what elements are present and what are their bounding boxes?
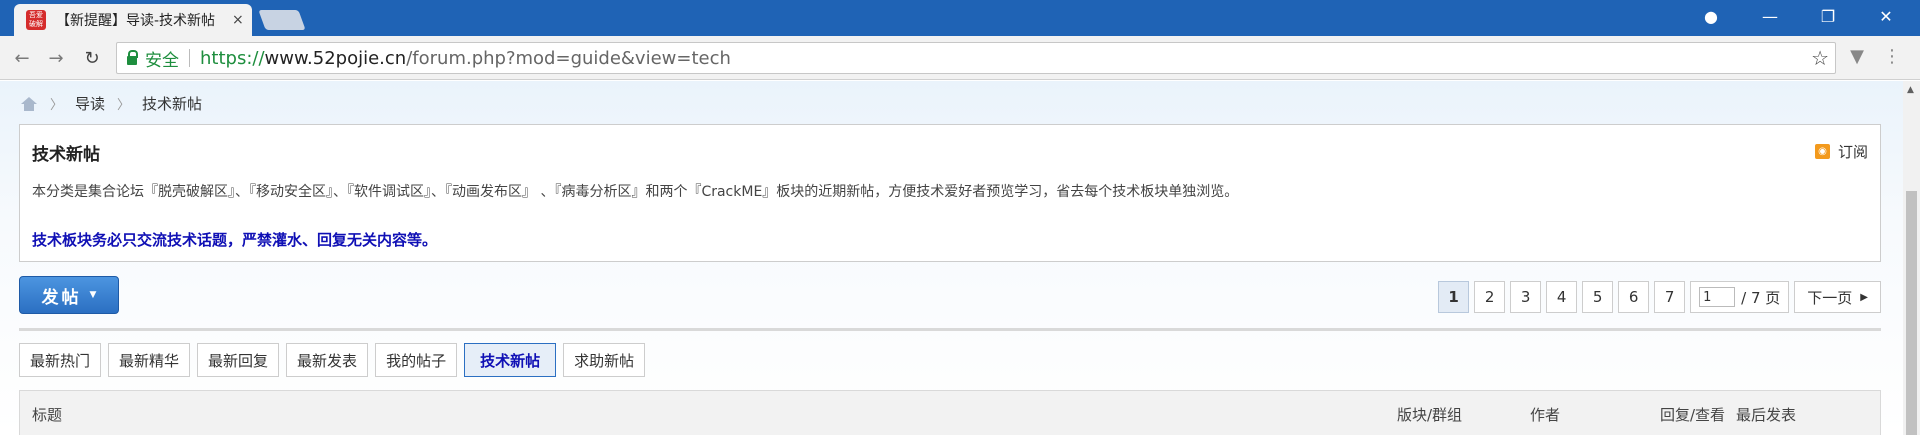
guide-tabs: 最新热门 最新精华 最新回复 最新发表 我的帖子 技术新帖 求助新帖 <box>19 343 652 377</box>
page-1-button[interactable]: 1 <box>1438 281 1470 313</box>
column-author: 作者 <box>1530 406 1561 424</box>
breadcrumb-item-tech[interactable]: 技术新帖 <box>142 93 202 114</box>
page-2-button[interactable]: 2 <box>1474 281 1506 313</box>
tab-latest-hot[interactable]: 最新热门 <box>19 343 102 377</box>
breadcrumb: 〉 导读 〉 技术新帖 <box>20 93 202 114</box>
column-title: 标题 <box>32 406 63 424</box>
browser-tab[interactable]: 吾爱破解 【新提醒】导读-技术新帖 × <box>14 4 252 36</box>
page-total-label: / 7 页 <box>1741 288 1781 307</box>
column-forum: 版块/群组 <box>1397 406 1463 424</box>
tab-my-posts[interactable]: 我的帖子 <box>375 343 458 377</box>
tab-latest-post[interactable]: 最新发表 <box>286 343 369 377</box>
rss-icon: ◉ <box>1814 144 1830 159</box>
forward-icon[interactable]: → <box>42 44 70 72</box>
new-post-button[interactable]: 发帖 ▼ <box>19 276 119 314</box>
tab-latest-reply[interactable]: 最新回复 <box>197 343 280 377</box>
breadcrumb-separator: 〉 <box>117 98 131 113</box>
profile-icon[interactable]: ● <box>1683 0 1739 32</box>
reload-icon[interactable]: ↻ <box>78 44 106 72</box>
chevron-right-icon: ▶ <box>1860 291 1868 303</box>
tab-close-icon[interactable]: × <box>232 12 244 28</box>
back-icon[interactable]: ← <box>8 44 36 72</box>
extension-icon[interactable]: ▼ <box>1845 46 1869 70</box>
minimize-icon[interactable]: — <box>1742 0 1798 32</box>
url-path: /forum.php?mod=guide&view=tech <box>406 47 731 69</box>
page-5-button[interactable]: 5 <box>1582 281 1614 313</box>
tab-help-posts[interactable]: 求助新帖 <box>563 343 646 377</box>
category-info-box: 技术新帖 ◉ 订阅 本分类是集合论坛『脱壳破解区』、『移动安全区』、『软件调试区… <box>19 124 1881 262</box>
page-content: 〉 导读 〉 技术新帖 技术新帖 ◉ 订阅 本分类是集合论坛『脱壳破解区』、『移… <box>0 81 1903 435</box>
category-description: 本分类是集合论坛『脱壳破解区』、『移动安全区』、『软件调试区』、『动画发布区』 … <box>32 184 1239 200</box>
page-3-button[interactable]: 3 <box>1510 281 1542 313</box>
page-scrollbar[interactable]: ▲ <box>1903 81 1920 435</box>
page-4-button[interactable]: 4 <box>1546 281 1578 313</box>
browser-toolbar: ← → ↻ 安全 https://www.52pojie.cn/forum.ph… <box>0 36 1920 80</box>
category-notice: 技术板块务必只交流技术话题，严禁灌水、回复无关内容等。 <box>32 231 438 249</box>
omnibox-separator <box>189 49 190 67</box>
page-jump: / 7 页 <box>1690 281 1790 313</box>
window-titlebar: 吾爱破解 【新提醒】导读-技术新帖 × ● — ❐ ✕ <box>0 0 1920 36</box>
restore-icon[interactable]: ❐ <box>1800 0 1856 32</box>
new-tab-button[interactable] <box>258 10 306 30</box>
page-jump-input[interactable] <box>1699 287 1736 307</box>
site-favicon-icon: 吾爱破解 <box>26 10 46 30</box>
section-divider <box>19 328 1881 331</box>
breadcrumb-separator: 〉 <box>50 98 64 113</box>
home-icon[interactable] <box>20 96 38 111</box>
next-page-button[interactable]: 下一页 ▶ <box>1794 281 1881 313</box>
category-title: 技术新帖 <box>32 145 100 165</box>
tab-title: 【新提醒】导读-技术新帖 <box>56 13 216 29</box>
url-protocol: https:// <box>200 47 265 69</box>
url-text[interactable]: https://www.52pojie.cn/forum.php?mod=gui… <box>200 48 731 69</box>
column-last-post: 最后发表 <box>1736 406 1797 424</box>
scroll-up-icon[interactable]: ▲ <box>1907 85 1914 95</box>
subscribe-link[interactable]: ◉ 订阅 <box>1814 141 1868 162</box>
pagination: 1 2 3 4 5 6 7 / 7 页 下一页 ▶ <box>1433 281 1881 313</box>
chevron-down-icon: ▼ <box>89 290 97 300</box>
next-page-label: 下一页 <box>1807 288 1853 307</box>
tab-latest-digest[interactable]: 最新精华 <box>108 343 191 377</box>
lock-icon <box>127 49 138 65</box>
address-bar[interactable]: 安全 https://www.52pojie.cn/forum.php?mod=… <box>116 42 1836 74</box>
column-replies: 回复/查看 <box>1660 406 1726 424</box>
thread-table-header: 标题 版块/群组 作者 回复/查看 最后发表 <box>19 390 1881 435</box>
new-post-label: 发帖 <box>41 287 82 308</box>
tab-tech-posts[interactable]: 技术新帖 <box>464 343 557 377</box>
page-7-button[interactable]: 7 <box>1654 281 1686 313</box>
close-window-icon[interactable]: ✕ <box>1858 0 1914 32</box>
breadcrumb-item-guide[interactable]: 导读 <box>75 93 105 114</box>
url-host: www.52pojie.cn <box>264 47 407 69</box>
scrollbar-thumb[interactable] <box>1906 191 1917 435</box>
secure-label: 安全 <box>145 50 179 71</box>
subscribe-label: 订阅 <box>1837 143 1868 161</box>
bookmark-star-icon[interactable]: ☆ <box>1811 46 1829 70</box>
page-6-button[interactable]: 6 <box>1618 281 1650 313</box>
browser-menu-icon[interactable]: ⋮ <box>1880 46 1904 70</box>
